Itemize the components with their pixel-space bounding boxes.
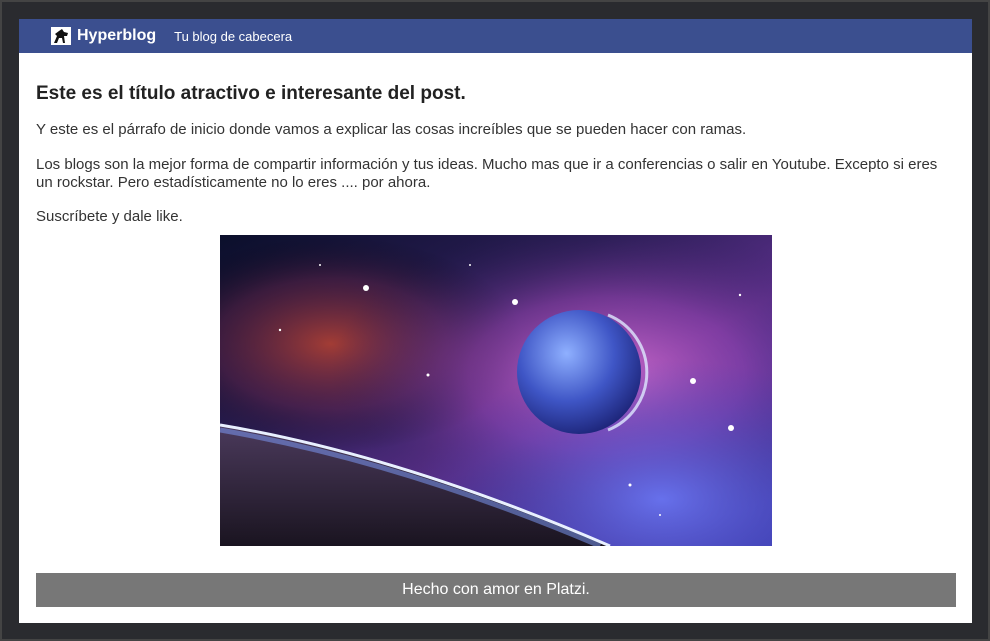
brand-link[interactable]: Hyperblog bbox=[51, 27, 156, 45]
post-title: Este es el título atractivo e interesant… bbox=[36, 83, 466, 104]
tagline: Tu blog de cabecera bbox=[174, 28, 293, 44]
brand-title: Hyperblog bbox=[77, 27, 157, 44]
browser-frame: Hyperblog Tu blog de cabecera Este es el… bbox=[0, 0, 990, 641]
footer-text: Hecho con amor en Platzi. bbox=[402, 581, 590, 598]
navbar: Hyperblog Tu blog de cabecera bbox=[19, 19, 972, 53]
post-content: Este es el título atractivo e interesant… bbox=[19, 53, 972, 546]
post-intro-paragraph: Y este es el párrafo de inicio donde vam… bbox=[36, 121, 747, 138]
space-planet-image bbox=[219, 235, 772, 546]
post-cta-paragraph: Suscríbete y dale like. bbox=[36, 208, 183, 225]
horse-logo-icon bbox=[51, 27, 71, 45]
post-body-paragraph: Los blogs son la mejor forma de comparti… bbox=[36, 156, 938, 191]
page: Hyperblog Tu blog de cabecera Este es el… bbox=[19, 19, 972, 623]
post-image-container bbox=[36, 235, 955, 546]
footer: Hecho con amor en Platzi. bbox=[36, 573, 956, 607]
